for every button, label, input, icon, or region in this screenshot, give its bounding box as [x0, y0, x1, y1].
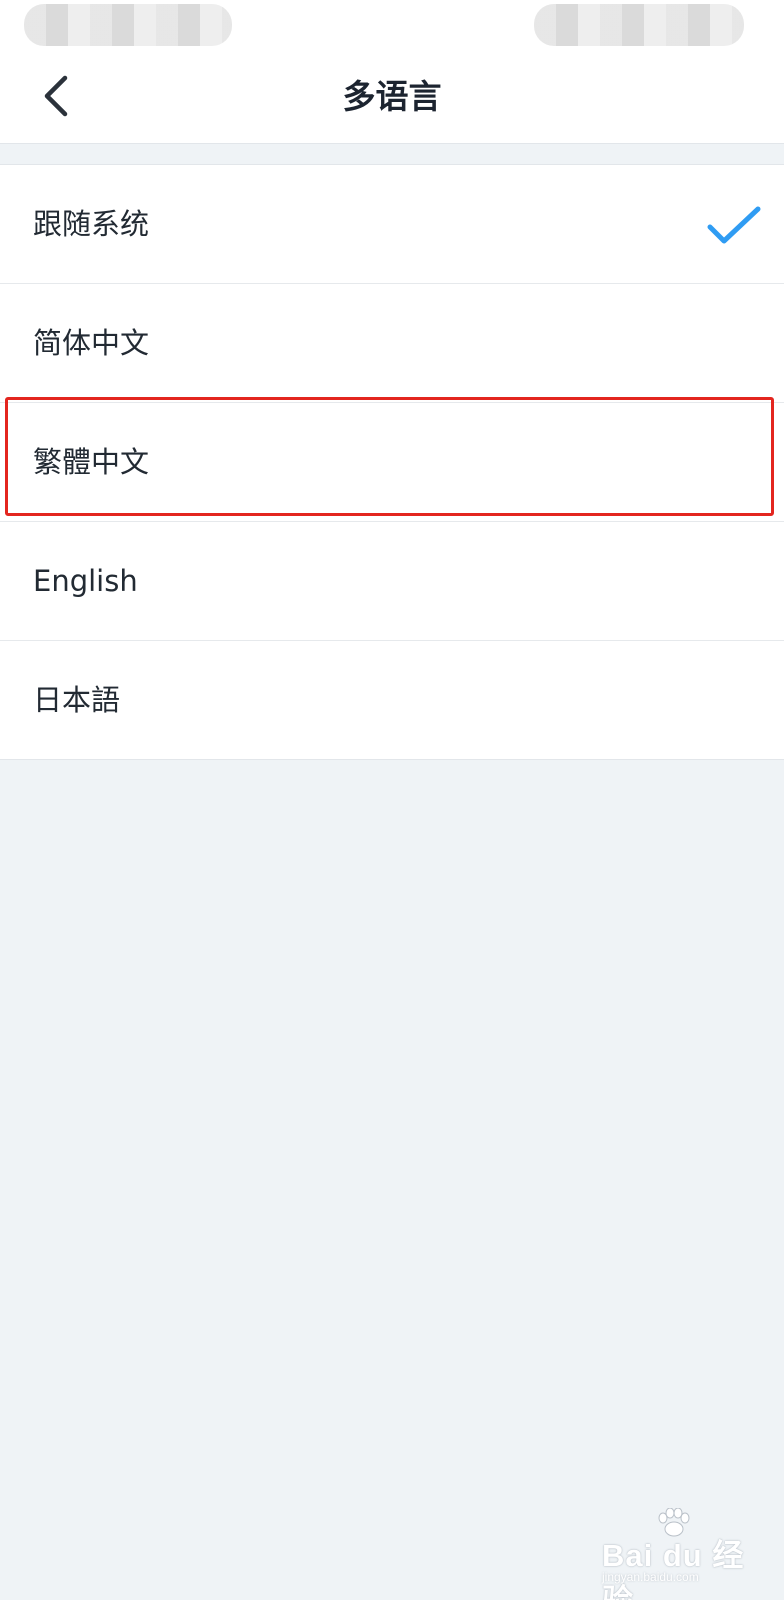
- language-option-label: 简体中文: [33, 326, 150, 360]
- status-bar: [0, 0, 784, 52]
- baidu-jingyan-watermark: Bai du 经验 jingyan.baidu.com: [596, 1508, 766, 1600]
- language-option-label: 跟随系统: [33, 207, 150, 241]
- status-bar-right-redacted: [534, 4, 744, 46]
- watermark-logo: Bai du 经验: [602, 1538, 745, 1600]
- navigation-bar: 多语言: [0, 52, 784, 144]
- language-option-follow-system[interactable]: 跟随系统: [0, 165, 784, 284]
- language-option-label: 日本語: [33, 683, 121, 717]
- checkmark-icon: [707, 206, 761, 244]
- language-option-traditional-chinese[interactable]: 繁體中文: [0, 403, 784, 522]
- status-bar-left-redacted: [24, 4, 232, 46]
- language-option-japanese[interactable]: 日本語: [0, 641, 784, 759]
- language-option-english[interactable]: English: [0, 522, 784, 641]
- language-option-label: English: [33, 564, 138, 598]
- section-gap: [0, 144, 784, 164]
- language-list: 跟随系统 简体中文 繁體中文 English 日本語: [0, 164, 784, 760]
- language-option-simplified-chinese[interactable]: 简体中文: [0, 284, 784, 403]
- language-option-label: 繁體中文: [33, 445, 150, 479]
- page-title: 多语言: [342, 77, 442, 116]
- watermark-url: jingyan.baidu.com: [602, 1570, 699, 1584]
- language-settings-screen: 多语言 跟随系统 简体中文 繁體中文 English 日本語 Bai du 经 …: [0, 0, 784, 1600]
